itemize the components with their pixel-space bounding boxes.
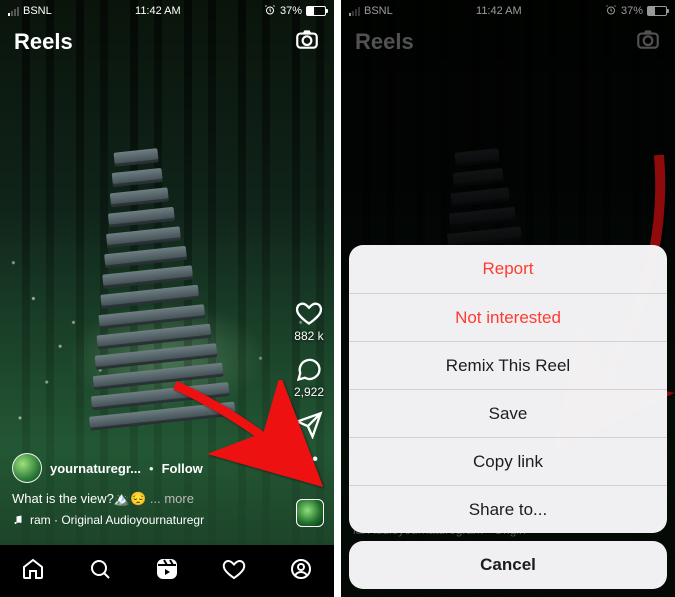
audio-label: ram · Original Audioyournaturegr: [30, 513, 204, 527]
action-sheet-cancel: Cancel: [349, 541, 667, 589]
status-bar: BSNL 11:42 AM 37%: [0, 0, 334, 20]
reel-meta: yournaturegr... • Follow What is the vie…: [12, 453, 264, 527]
share-button[interactable]: [295, 411, 323, 439]
carrier-label: BSNL: [23, 5, 52, 17]
bottom-nav: [0, 545, 334, 597]
alarm-icon: [264, 4, 276, 19]
audio-row[interactable]: ram · Original Audioyournaturegr: [12, 513, 264, 527]
nav-home[interactable]: [21, 557, 45, 586]
heart-icon: [295, 299, 323, 327]
nav-profile[interactable]: [289, 557, 313, 586]
caption-text: What is the view?: [12, 491, 114, 506]
action-rail: 882 k 2,922 •••: [294, 299, 324, 469]
nav-reels[interactable]: [155, 557, 179, 586]
screenshot-left: BSNL 11:42 AM 37% Reels 882 k 2,922 •••: [0, 0, 334, 597]
camera-icon[interactable]: [294, 26, 320, 57]
like-count: 882 k: [294, 329, 323, 343]
audio-icon: [12, 514, 24, 526]
comment-count: 2,922: [294, 385, 324, 399]
battery-icon: [306, 6, 326, 16]
sheet-share-to[interactable]: Share to...: [349, 485, 667, 533]
comment-button[interactable]: 2,922: [294, 355, 324, 399]
signal-icon: [8, 7, 19, 16]
send-icon: [295, 411, 323, 439]
sheet-copy-link[interactable]: Copy link: [349, 437, 667, 485]
caption-emoji: 🏔️😔: [114, 491, 146, 506]
reels-header: Reels: [0, 20, 334, 57]
action-sheet-menu: Report Not interested Remix This Reel Sa…: [349, 245, 667, 533]
more-button[interactable]: •••: [295, 451, 323, 469]
follow-button[interactable]: Follow: [162, 461, 203, 476]
nav-activity[interactable]: [222, 557, 246, 586]
nav-search[interactable]: [88, 557, 112, 586]
like-button[interactable]: 882 k: [294, 299, 323, 343]
caption[interactable]: What is the view?🏔️😔 ... more: [12, 491, 264, 507]
battery-percent: 37%: [280, 5, 302, 17]
sheet-report[interactable]: Report: [349, 245, 667, 293]
separator-dot: •: [149, 461, 154, 476]
audio-thumbnail[interactable]: [296, 499, 324, 527]
sheet-cancel[interactable]: Cancel: [349, 541, 667, 589]
screenshot-right: BSNL 11:42 AM 37% Reels ial Audioyournat…: [341, 0, 675, 597]
page-title: Reels: [14, 29, 73, 55]
clock: 11:42 AM: [135, 5, 181, 17]
sheet-remix[interactable]: Remix This Reel: [349, 341, 667, 389]
caption-more[interactable]: ... more: [150, 491, 194, 506]
sheet-not-interested[interactable]: Not interested: [349, 293, 667, 341]
sheet-save[interactable]: Save: [349, 389, 667, 437]
avatar[interactable]: [12, 453, 42, 483]
username[interactable]: yournaturegr...: [50, 461, 141, 476]
action-sheet: Report Not interested Remix This Reel Sa…: [349, 245, 667, 589]
comment-icon: [295, 355, 323, 383]
